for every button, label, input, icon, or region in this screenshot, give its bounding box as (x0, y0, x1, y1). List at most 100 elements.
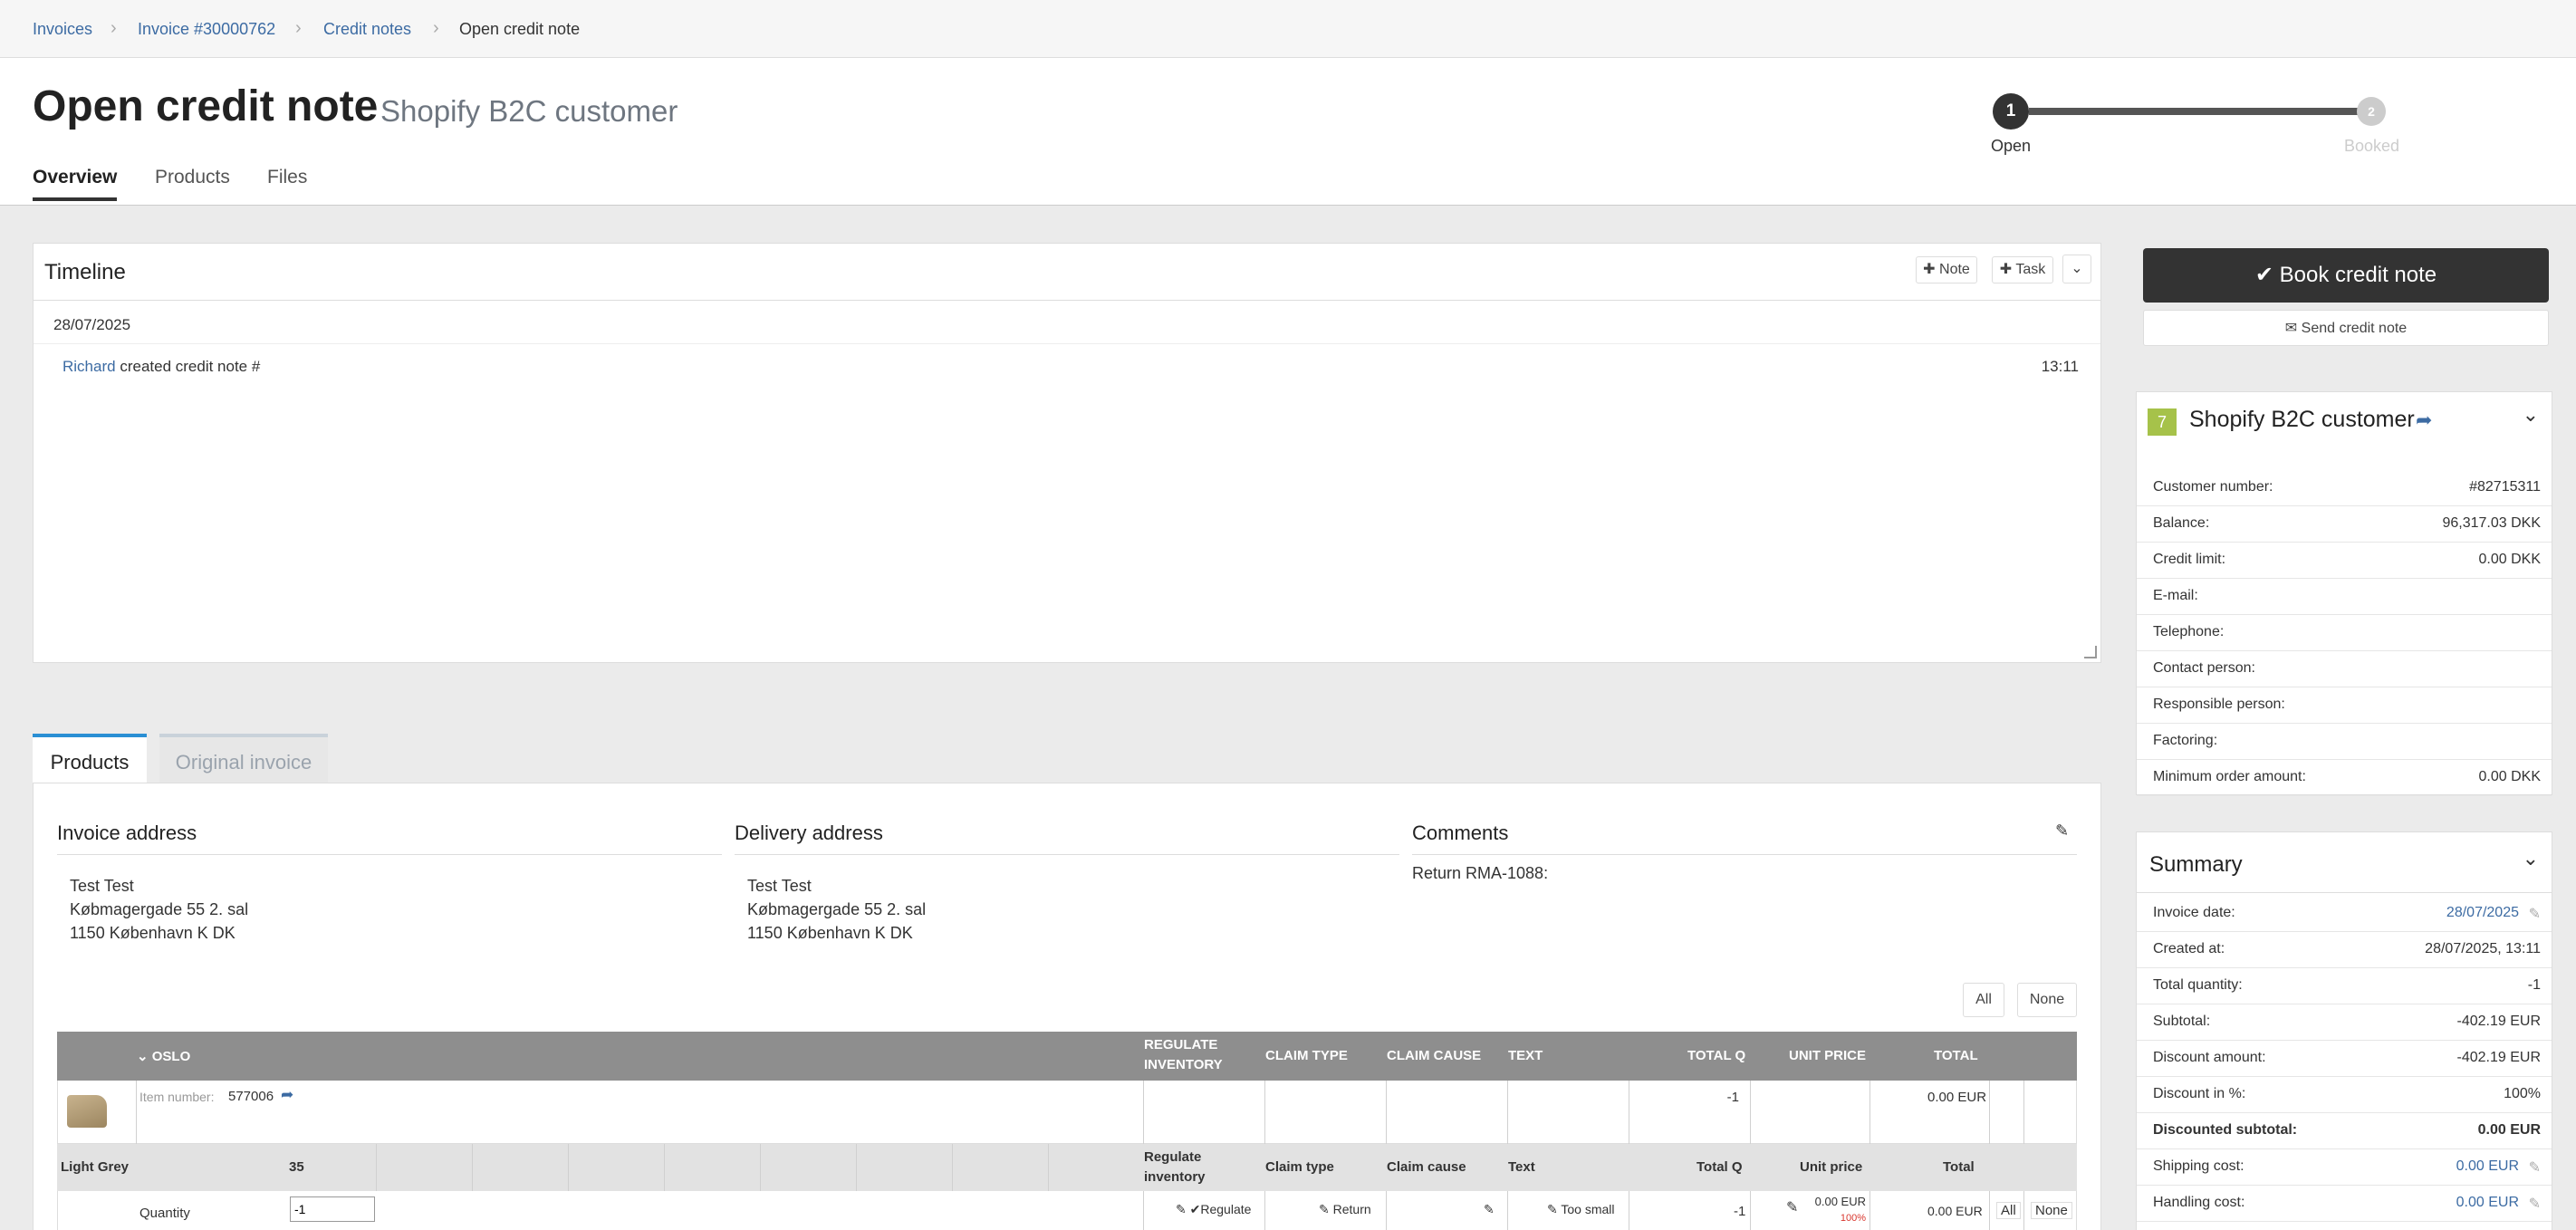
qty-total: 0.00 EUR (1927, 1204, 1983, 1218)
variant-unit-price: Unit price (1800, 1159, 1863, 1175)
share-icon[interactable]: ➦ (2416, 408, 2432, 432)
item-total: 0.00 EUR (1927, 1090, 1987, 1105)
plus-icon: ✚ (1999, 262, 2013, 277)
resize-handle[interactable] (2084, 646, 2097, 658)
chevron-down-icon[interactable]: ⌄ (2523, 403, 2539, 427)
delivery-address-line: Test Test (747, 877, 812, 895)
tab-overview[interactable]: Overview (33, 167, 118, 201)
summary-row: Discount amount: -402.19 EUR (2137, 1041, 2552, 1077)
tab-original-invoice[interactable]: Original invoice (159, 734, 328, 783)
progress-track (2029, 108, 2373, 115)
add-note-label: Note (1939, 262, 1970, 277)
regulate-toggle[interactable]: ✎ ✔Regulate (1176, 1202, 1251, 1217)
text-field[interactable]: ✎ Too small (1547, 1202, 1615, 1217)
summary-value: -402.19 EUR (2456, 1014, 2542, 1029)
page-title: Open credit note (33, 82, 379, 130)
customer-name: Shopify B2C customer (2189, 407, 2415, 432)
item-number-label: Item number: (139, 1090, 215, 1104)
customer-row: Credit limit: 0.00 DKK (2137, 543, 2552, 579)
pencil-icon: ✎ (1547, 1202, 1558, 1216)
row-select-all-button[interactable]: All (1996, 1202, 2021, 1219)
summary-value: 0.00 EUR (2456, 1195, 2519, 1210)
pencil-icon[interactable]: ✎ (2529, 1158, 2541, 1177)
group-toggle[interactable]: ⌄ OSLO (137, 1048, 190, 1064)
delivery-address-line: Købmagergade 55 2. sal (747, 900, 927, 918)
pencil-icon[interactable]: ✎ (1786, 1198, 1798, 1216)
timeline-user-link[interactable]: Richard (62, 358, 116, 375)
breadcrumb-credit-notes[interactable]: Credit notes (323, 20, 411, 39)
variant-color: Light Grey (61, 1159, 130, 1175)
summary-label: Discount in %: (2153, 1086, 2246, 1101)
header-unit-price: UNIT PRICE (1789, 1048, 1867, 1063)
check-icon: ✔ (2254, 263, 2273, 287)
breadcrumb-invoices[interactable]: Invoices (33, 20, 92, 39)
pencil-icon[interactable]: ✎ (2055, 822, 2069, 841)
pencil-icon: ✎ (1319, 1202, 1330, 1216)
summary-row: Discount in %: 100% (2137, 1077, 2552, 1113)
step-open: 1 (1993, 93, 2029, 130)
summary-value: 0.00 EUR (2456, 1158, 2519, 1174)
select-all-button[interactable]: All (1963, 983, 2004, 1017)
book-credit-note-label: Book credit note (2279, 263, 2437, 287)
delivery-address-line: 1150 København K DK (747, 924, 913, 942)
invoice-address-line: Købmagergade 55 2. sal (70, 900, 249, 918)
item-total-q: -1 (1726, 1090, 1739, 1105)
timeline-entry-text: created credit note # (120, 358, 261, 375)
product-image (67, 1095, 107, 1128)
claim-type-field[interactable]: ✎ Return (1319, 1202, 1371, 1217)
pencil-icon[interactable]: ✎ (2529, 1195, 2541, 1213)
add-task-button[interactable]: ✚ Task (1992, 256, 2053, 283)
tab-products-list[interactable]: Products (33, 734, 147, 783)
chevron-down-icon[interactable]: ⌄ (2062, 255, 2091, 283)
summary-value: 0.00 EUR (2477, 1122, 2541, 1138)
summary-value: -402.19 EUR (2456, 1050, 2542, 1065)
comments-title: Comments (1412, 822, 1509, 844)
invoice-address-line: Test Test (70, 877, 134, 895)
select-none-button[interactable]: None (2017, 983, 2077, 1017)
book-credit-note-button[interactable]: ✔ Book credit note (2143, 248, 2549, 303)
invoice-address: Test Test Købmagergade 55 2. sal 1150 Kø… (70, 874, 248, 945)
header-claim-cause: CLAIM CAUSE (1387, 1048, 1482, 1063)
row-select-none-button[interactable]: None (2031, 1202, 2072, 1219)
customer-label: Telephone: (2153, 624, 2225, 639)
share-icon[interactable]: ➦ (281, 1086, 293, 1104)
page-subtitle: Shopify B2C customer (380, 94, 678, 128)
invoice-address-line: 1150 København K DK (70, 924, 235, 942)
plus-icon: ✚ (1923, 262, 1936, 277)
check-icon: ✔ (1189, 1202, 1201, 1216)
chevron-down-icon: ⌄ (137, 1049, 149, 1064)
table-header: ⌄ OSLO REGULATE INVENTORY CLAIM TYPE CLA… (57, 1032, 2077, 1081)
add-note-button[interactable]: ✚ Note (1916, 256, 1977, 283)
claim-type-value: Return (1332, 1202, 1371, 1216)
qty-unit-price: 0.00 EUR (1814, 1195, 1866, 1208)
customer-row: Customer number: #82715311 (2137, 470, 2552, 506)
step-open-label: Open (1991, 137, 2032, 155)
variant-size: 35 (289, 1159, 304, 1175)
variant-claim-type: Claim type (1265, 1159, 1334, 1175)
summary-label: Shipping cost: (2153, 1158, 2244, 1174)
products-panel: Invoice address Test Test Købmagergade 5… (33, 783, 2101, 1230)
customer-row: Factoring: (2137, 724, 2552, 760)
customer-label: Balance: (2153, 515, 2210, 531)
send-credit-note-button[interactable]: ✉ Send credit note (2143, 310, 2549, 346)
quantity-label: Quantity (139, 1206, 190, 1221)
chevron-right-icon: › (111, 18, 117, 38)
variant-text: Text (1508, 1159, 1535, 1175)
tab-products[interactable]: Products (155, 167, 230, 188)
pencil-icon[interactable]: ✎ (1484, 1202, 1495, 1217)
timeline-time: 13:11 (2041, 358, 2079, 375)
customer-label: E-mail: (2153, 588, 2198, 603)
tab-files[interactable]: Files (267, 167, 307, 188)
pencil-icon: ✎ (1176, 1202, 1187, 1216)
breadcrumb-invoice[interactable]: Invoice #30000762 (138, 20, 275, 39)
text-value: Too small (1561, 1202, 1615, 1216)
quantity-row: Quantity ✎ ✔Regulate ✎ Return ✎ ✎ Too sm… (57, 1191, 2077, 1230)
breadcrumb-current: Open credit note (459, 20, 581, 38)
add-task-label: Task (2015, 262, 2046, 277)
send-credit-note-label: Send credit note (2301, 321, 2408, 336)
pencil-icon[interactable]: ✎ (2529, 905, 2541, 923)
chevron-down-icon[interactable]: ⌄ (2523, 847, 2539, 870)
quantity-input[interactable] (290, 1196, 375, 1222)
qty-total-q: -1 (1734, 1204, 1746, 1219)
regulate-value: Regulate (1200, 1202, 1252, 1216)
